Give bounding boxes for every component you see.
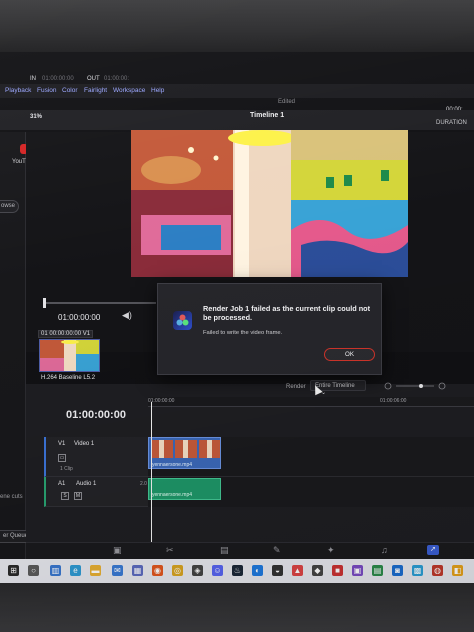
video-clip-name: yennaersone.mp4 [152,462,193,468]
audio-clip-name: yennaersone.mp4 [152,492,193,498]
app-icon-11[interactable]: ◧ [452,565,463,576]
audio-clip[interactable]: yennaersone.mp4 [148,478,221,500]
dialog-message: Failed to write the video frame. [203,330,283,336]
video-track-header: V1 Video 1 ▭ 1 Clip [44,437,148,477]
render-label: Render [286,384,306,390]
scene-cuts-label: ene cuts [0,494,23,500]
solo-button[interactable]: S [61,492,69,500]
clip-badge-timecode: 00:00:00:00 [49,331,82,337]
deliver-page-icon[interactable]: ➚ [427,545,439,555]
monitor-bezel [0,583,474,632]
in-label: IN [30,76,36,82]
viewer-timecode: 01:00:00:00 [58,313,101,322]
monitor-screen: Playback Fusion Color Fairlight Workspac… [0,52,474,583]
track-monitor-icon[interactable]: ▭ [58,454,66,462]
search-icon[interactable]: ○ [28,565,39,576]
davinci-resolve-logo-icon [173,311,192,330]
video-clip-thumbnails [151,440,220,458]
ruler-mid-timecode: 01:00:06:00 [380,398,407,404]
viewer-scrub-handle[interactable] [43,298,46,308]
app-icon-1[interactable]: ◈ [192,565,203,576]
in-value: 01:00:00:00 [42,76,74,82]
fusion-page-icon[interactable]: ✎ [273,545,281,556]
app-icon-5[interactable]: ◆ [312,565,323,576]
edge-icon[interactable]: e [70,565,81,576]
video-preview-frame [131,130,408,277]
browse-button[interactable]: owse [0,200,19,213]
cut-page-icon[interactable]: ✂ [166,545,174,556]
app-icon-9[interactable]: ◙ [392,565,403,576]
firefox-icon[interactable]: ◉ [152,565,163,576]
duration-label: DURATION [436,120,467,126]
fairlight-page-icon[interactable]: ♫ [381,545,388,555]
mail-icon[interactable]: ✉ [112,565,123,576]
clip-thumbnail[interactable] [39,339,100,372]
task-view-icon[interactable]: ▥ [50,565,61,576]
video-track-id: V1 [58,441,66,447]
timeline-zoom-slider[interactable] [384,382,446,390]
audio-track-name: Audio 1 [76,481,97,487]
app-icon-8[interactable]: ▤ [372,565,383,576]
media-page-icon[interactable]: ▣ [113,545,122,556]
video-frame-image [131,130,408,277]
mute-button[interactable]: M [74,492,82,500]
menu-help[interactable]: Help [151,87,164,94]
file-explorer-icon[interactable]: ▬ [90,565,101,576]
ok-button[interactable]: OK [324,348,375,361]
app-icon-2[interactable]: ◐ [252,565,263,576]
out-label: OUT [87,76,100,82]
video-track-clip-count: 1 Clip [60,466,73,472]
video-clip[interactable]: yennaersone.mp4 [148,437,221,469]
edit-page-icon[interactable]: ▤ [220,545,229,556]
timeline-timecode: 01:00:00:00 [66,409,126,421]
start-icon[interactable]: ⊞ [8,565,19,576]
discord-icon[interactable]: ☺ [212,565,223,576]
video-track-name: Video 1 [74,441,95,447]
clip-badge-track: V1 [82,331,91,337]
render-error-dialog: Render Job 1 failed as the current clip … [157,283,382,375]
app-icon-3[interactable]: ◒ [272,565,283,576]
speaker-icon[interactable]: ◀) [122,310,132,321]
color-page-icon[interactable]: ✦ [327,545,335,556]
app-icon-4[interactable]: ▲ [292,565,303,576]
viewer-toolbar: 31% [0,110,474,130]
viewer-scrub-bar[interactable] [44,302,156,304]
audio-track-header: A1 Audio 1 2.0 S M [44,477,148,507]
timeline-title: Timeline 1 [250,112,285,119]
menu-workspace[interactable]: Workspace [113,87,145,94]
audio-track-id: A1 [58,481,66,487]
edited-status: Edited [278,99,296,105]
chrome-icon[interactable]: ◎ [172,565,183,576]
background-wall [0,0,474,52]
resolve-logo-petals [176,314,189,326]
clip-codec-label: H.264 Baseline L5.2 [41,375,96,381]
menu-bar: Playback Fusion Color Fairlight Workspac… [0,84,474,98]
app-icon-7[interactable]: ▣ [352,565,363,576]
steam-icon[interactable]: ♨ [232,565,243,576]
store-icon[interactable]: ▦ [132,565,143,576]
clip-badge-number: 01 [41,331,48,337]
page-navigation-bar [26,542,474,559]
audio-track-level: 2.0 [140,481,147,487]
out-value: 01:00:00: [104,76,130,82]
clip-timecode-badge: 01 00:00:00:00 V1 [38,330,94,338]
clip-thumbnail-image [40,340,99,371]
menu-fusion[interactable]: Fusion [37,87,57,94]
app-icon-10[interactable]: ▩ [412,565,423,576]
menu-playback[interactable]: Playback [5,87,31,94]
menu-color[interactable]: Color [62,87,78,94]
davinci-resolve-icon[interactable]: ◍ [432,565,443,576]
zoom-level[interactable]: 31% [30,114,42,120]
timeline-ruler[interactable]: 01:00:00:00 01:00:06:00 [148,397,474,407]
menu-fairlight[interactable]: Fairlight [84,87,107,94]
dialog-title: Render Job 1 failed as the current clip … [203,304,371,322]
app-icon-6[interactable]: ■ [332,565,343,576]
